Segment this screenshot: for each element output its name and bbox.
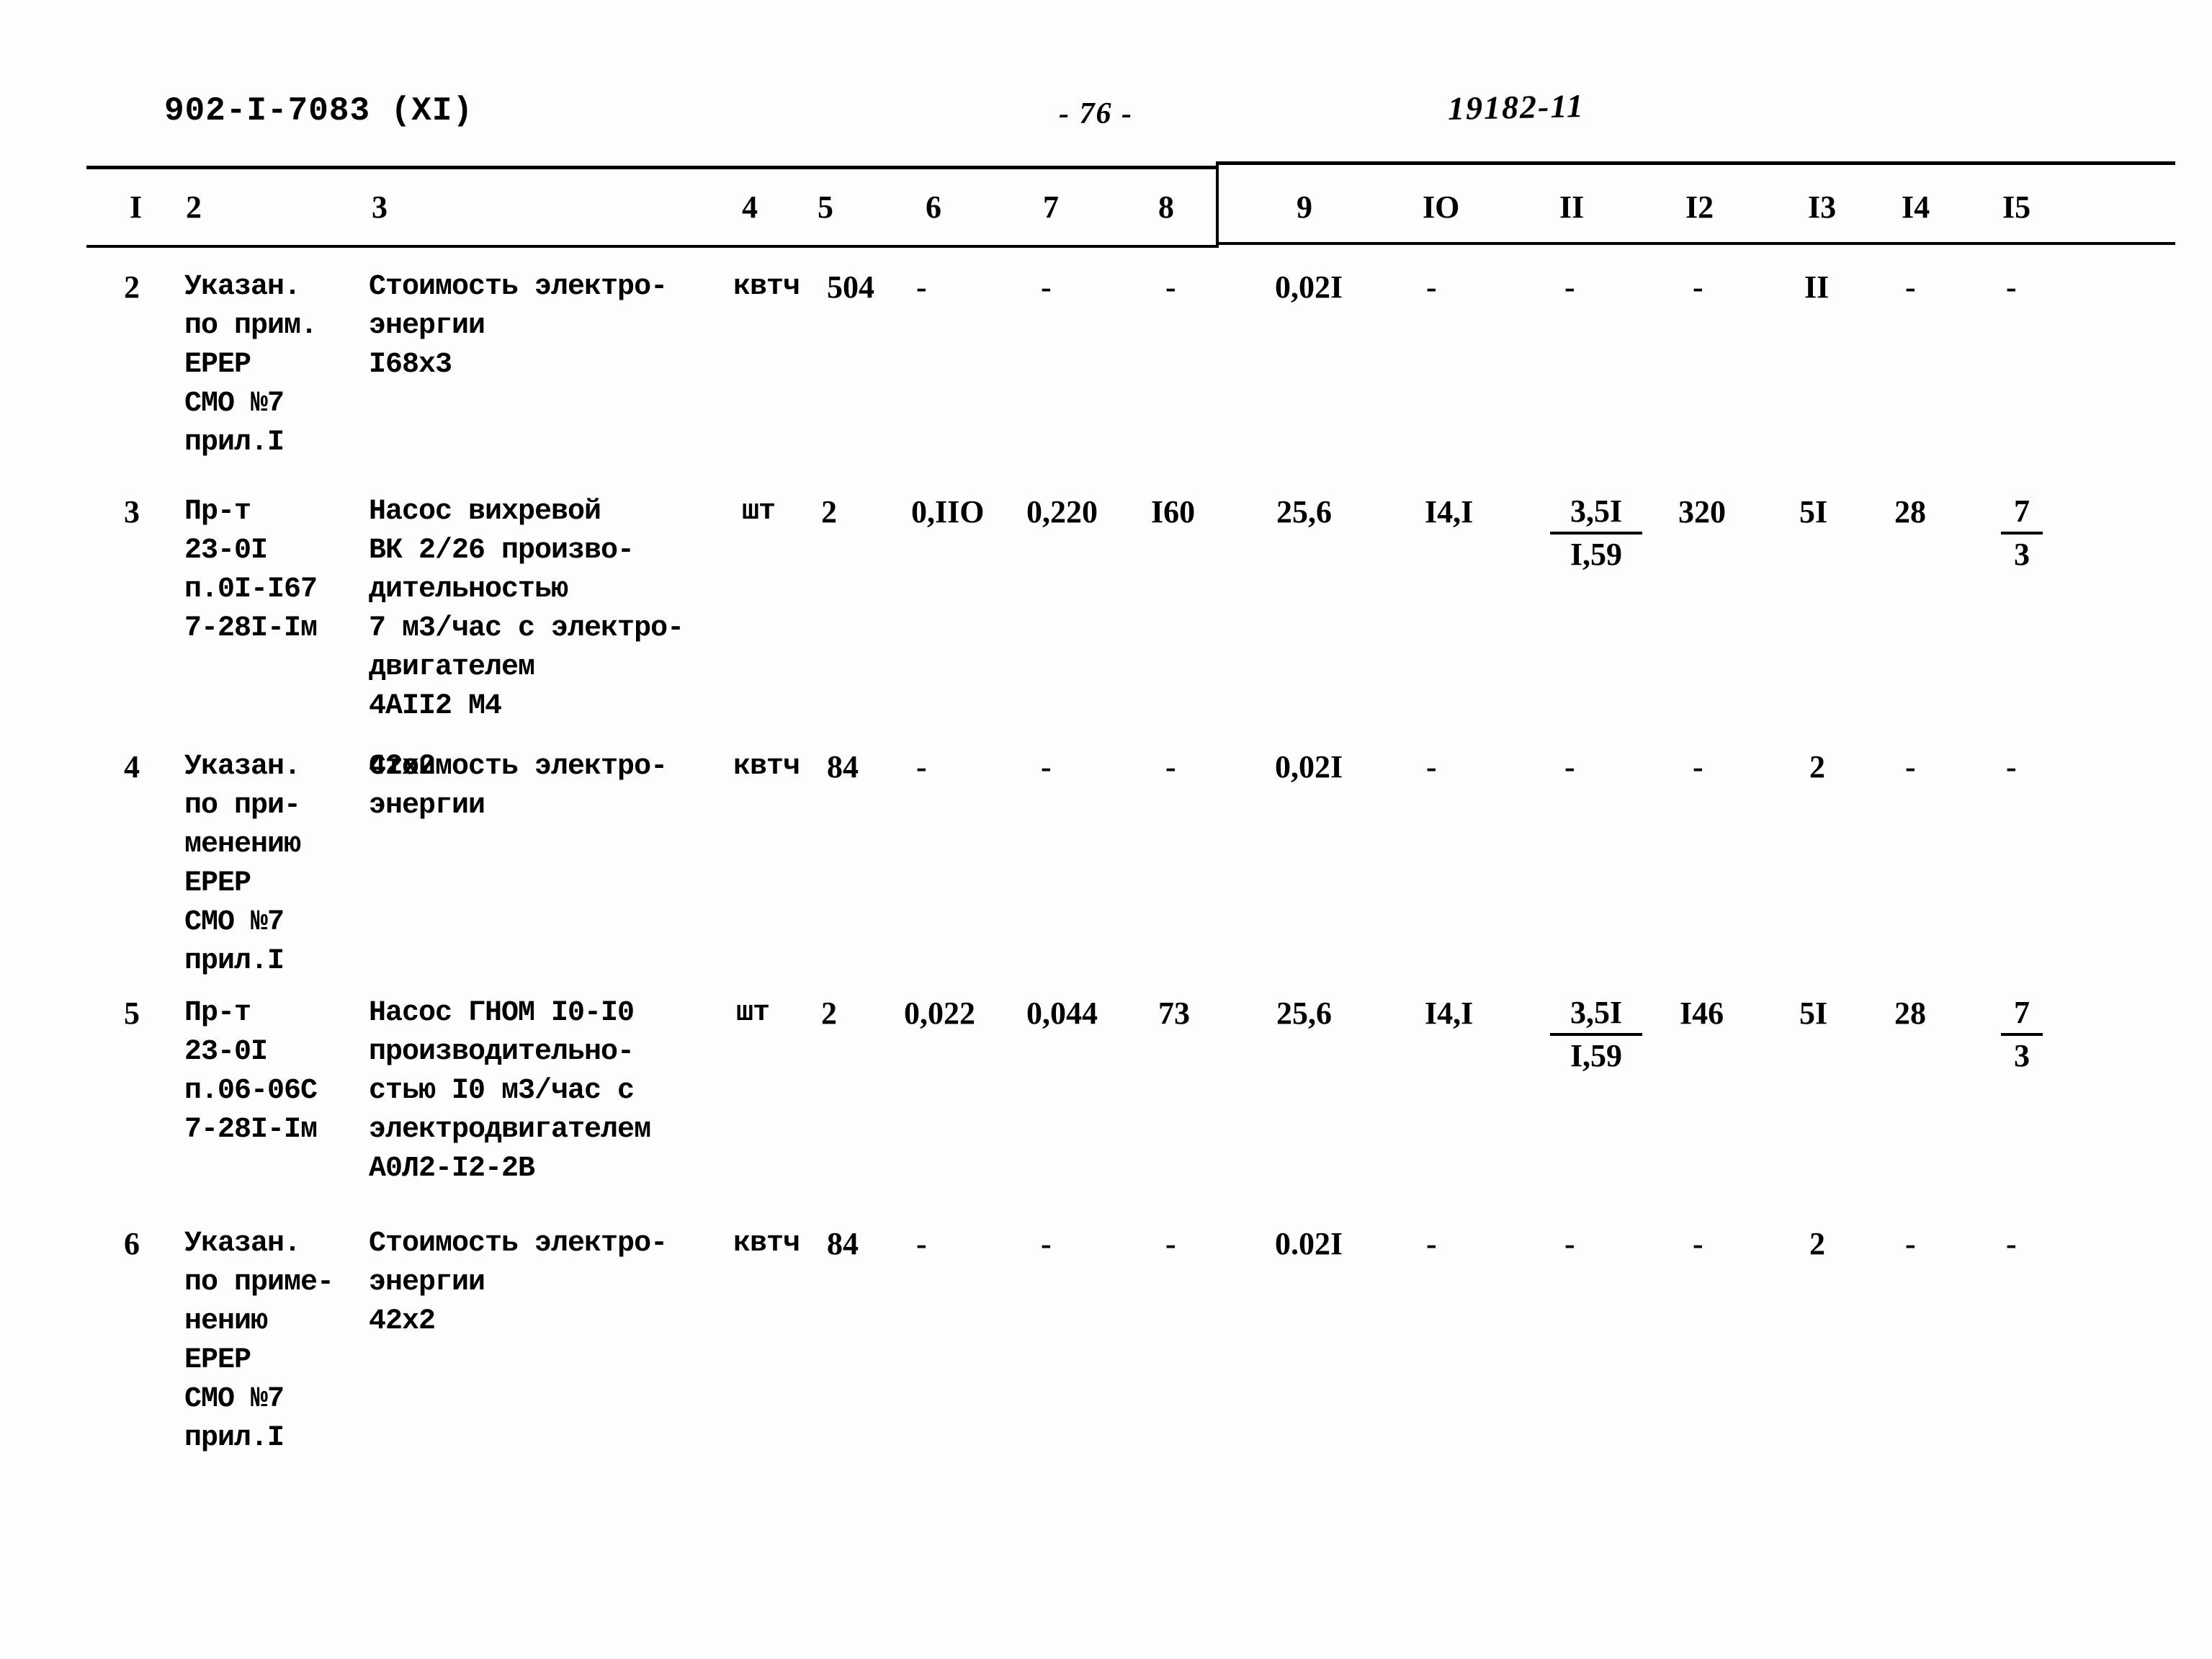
row-c13: 2 [1809,749,1825,784]
row-c15: - [2006,1226,2017,1261]
row-c7: 0,044 [1026,996,1098,1031]
row-c7: - [1041,1226,1052,1261]
row-c12: - [1693,1226,1703,1261]
row-unit: шт [736,997,770,1029]
row-c6: 0,022 [904,996,975,1031]
row-reference: Пр-т 23-0I п.06-06С 7-28I-Iм [184,997,318,1146]
row-c12: I46 [1680,996,1724,1031]
row-index: 6 [124,1226,140,1261]
row-c8: - [1165,269,1176,305]
row-c10: I4,I [1425,996,1474,1031]
row-c11: - [1564,1226,1575,1261]
row-c13: 5I [1799,996,1828,1031]
row-c5: 2 [821,494,837,529]
row-c15-numerator: 7 [2001,994,2043,1036]
document-page: 902-I-7083 (XI) - 76 - 19182-11 I 2 3 4 … [0,0,2212,1659]
row-reference: Пр-т 23-0I п.0I-I67 7-28I-Iм [184,496,318,645]
row-c5: 84 [827,1226,859,1261]
row-c6: - [916,749,927,784]
row-c14: - [1905,749,1916,784]
row-c14: - [1905,269,1916,305]
table-body: 2 Указан. по прим. ЕРЕР СМО №7 прил.I Ст… [0,0,2212,1659]
row-c10: I4,I [1425,494,1474,529]
row-c8: - [1165,1226,1176,1261]
row-c9: 25,6 [1276,996,1332,1031]
row-c13: II [1804,269,1830,305]
row-c6: 0,IIO [911,494,985,529]
row-c15-fraction: 7 3 [2001,493,2043,573]
row-c7: - [1041,269,1052,305]
row-c10: - [1426,1226,1437,1261]
row-c13: 2 [1809,1226,1825,1261]
row-c15-numerator: 7 [2001,493,2043,535]
row-unit: квтч [733,271,800,303]
row-c11: - [1564,749,1575,784]
row-unit: шт [742,496,776,528]
row-c6: - [916,269,927,305]
row-unit: квтч [733,751,800,783]
row-index: 4 [124,749,140,784]
row-c12: 320 [1678,494,1726,529]
row-c5: 2 [821,996,837,1031]
row-reference: Указан. по прим. ЕРЕР СМО №7 прил.I [184,271,318,459]
row-c9: 0.02I [1275,1226,1343,1261]
row-c5: 84 [827,749,859,784]
row-c11-denominator: I,59 [1570,1038,1623,1073]
row-c11-fraction: 3,5I I,59 [1550,493,1642,573]
row-reference: Указан. по при- менению ЕРЕР СМО №7 прил… [184,751,301,978]
row-c8: I60 [1151,494,1196,529]
row-c6: - [916,1226,927,1261]
row-c14: 28 [1894,494,1926,529]
row-unit: квтч [733,1228,800,1260]
row-description: Насос ГНОМ I0-I0 производительно- стью I… [369,997,651,1185]
row-c12: - [1693,269,1703,305]
row-c12: - [1693,749,1703,784]
row-c9: 0,02I [1275,269,1343,305]
row-c7: - [1041,749,1052,784]
row-c15-denominator: 3 [2014,1038,2030,1073]
row-c14: 28 [1894,996,1926,1031]
row-index: 2 [124,269,140,305]
row-c11-fraction: 3,5I I,59 [1550,994,1642,1075]
row-c11: - [1564,269,1575,305]
row-c8: - [1165,749,1176,784]
row-c10: - [1426,749,1437,784]
row-c13: 5I [1799,494,1828,529]
row-index: 3 [124,494,140,529]
row-c7: 0,220 [1026,494,1098,529]
row-c15-denominator: 3 [2014,537,2030,572]
row-c15: - [2006,269,2017,305]
row-c15-fraction: 7 3 [2001,994,2043,1075]
row-c11-numerator: 3,5I [1550,994,1642,1036]
row-c9: 25,6 [1276,494,1332,529]
row-c11-numerator: 3,5I [1550,493,1642,535]
row-description: Стоимость электро- энергии I68x3 [369,271,668,381]
row-c10: - [1426,269,1437,305]
row-c15: - [2006,749,2017,784]
row-c8: 73 [1158,996,1190,1031]
row-c11-denominator: I,59 [1570,537,1623,572]
row-description: Стоимость электро- энергии 42x2 [369,1228,668,1338]
row-description: Насос вихревой ВК 2/26 произво- дительно… [369,496,684,723]
row-c14: - [1905,1226,1916,1261]
row-c5: 504 [827,269,874,305]
row-c9: 0,02I [1275,749,1343,784]
row-description-2: 42x2 [369,751,436,783]
row-index: 5 [124,996,140,1031]
row-reference: Указан. по приме- нению ЕРЕР СМО №7 прил… [184,1228,334,1454]
